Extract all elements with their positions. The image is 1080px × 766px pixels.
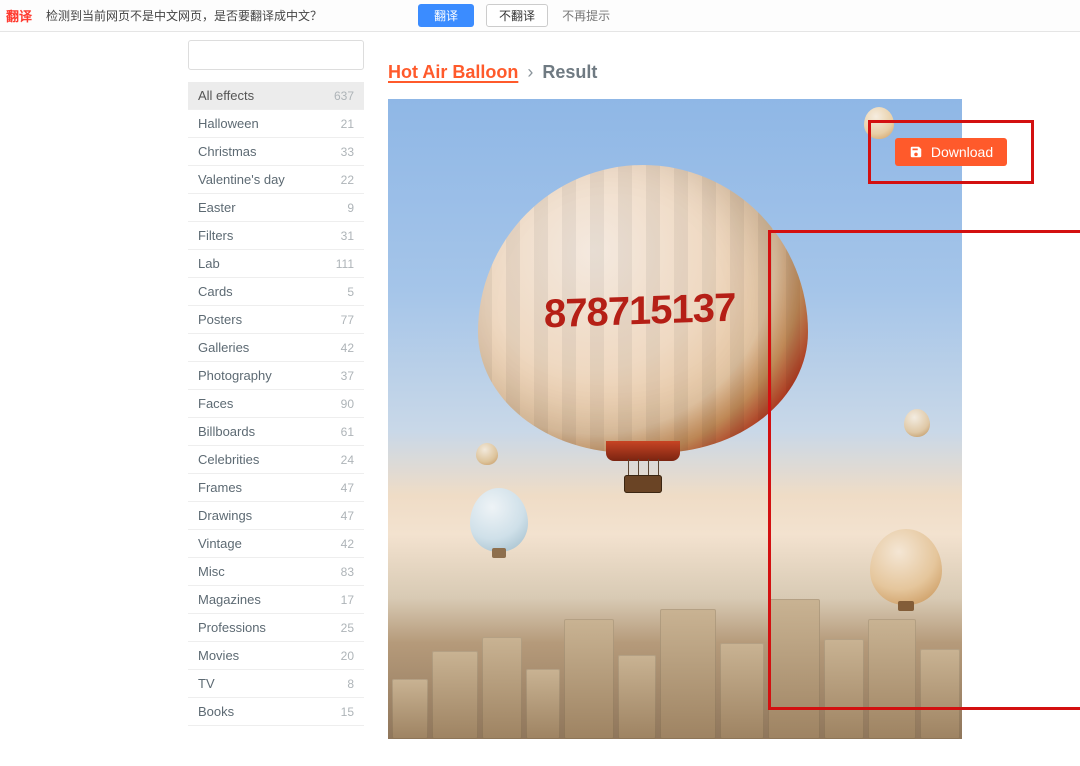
sidebar-item-label: Halloween [198, 116, 259, 131]
sidebar-item-count: 33 [341, 145, 354, 159]
sidebar-item-label: Lab [198, 256, 220, 271]
sidebar-item-count: 9 [347, 201, 354, 215]
breadcrumb-current: Result [542, 62, 597, 82]
main-balloon-icon: 878715137 [478, 165, 808, 535]
sidebar-item-billboards[interactable]: Billboards 61 [188, 418, 364, 446]
sidebar-item-filters[interactable]: Filters 31 [188, 222, 364, 250]
sidebar-item-count: 111 [336, 257, 354, 271]
sidebar-item-label: TV [198, 676, 215, 691]
sidebar-item-label: Drawings [198, 508, 252, 523]
sidebar-item-count: 15 [341, 705, 354, 719]
sidebar-item-label: Professions [198, 620, 266, 635]
sidebar-item-label: Faces [198, 396, 233, 411]
translation-message: 检测到当前网页不是中文网页，是否要翻译成中文？ [46, 7, 322, 24]
sidebar-item-label: Frames [198, 480, 242, 495]
translator-brand: 翻译 [6, 6, 32, 25]
translation-bar: 翻译 检测到当前网页不是中文网页，是否要翻译成中文？ 翻译 不翻译 不再提示 [0, 0, 1080, 32]
sidebar-item-count: 637 [334, 89, 354, 103]
small-balloon-icon [904, 409, 930, 437]
sidebar-item-count: 5 [347, 285, 354, 299]
sidebar-item-label: Magazines [198, 592, 261, 607]
sidebar-item-photography[interactable]: Photography 37 [188, 362, 364, 390]
sidebar-item-magazines[interactable]: Magazines 17 [188, 586, 364, 614]
balloon-number: 878715137 [544, 286, 735, 338]
sidebar-item-label: Photography [198, 368, 272, 383]
sidebar-item-label: Easter [198, 200, 236, 215]
sidebar-item-count: 21 [341, 117, 354, 131]
sidebar-item-count: 8 [347, 677, 354, 691]
sidebar-item-label: Filters [198, 228, 233, 243]
sidebar-item-faces[interactable]: Faces 90 [188, 390, 364, 418]
sidebar-item-label: Christmas [198, 144, 257, 159]
sidebar-item-label: Vintage [198, 536, 242, 551]
sidebar-item-count: 77 [341, 313, 354, 327]
sidebar: All effects 637 Halloween 21 Christmas 33 Vale… [188, 40, 364, 766]
sidebar-item-tv[interactable]: TV 8 [188, 670, 364, 698]
sidebar-item-count: 42 [341, 341, 354, 355]
translate-button[interactable]: 翻译 [418, 4, 474, 27]
sidebar-item-count: 24 [341, 453, 354, 467]
breadcrumb: Hot Air Balloon › Result [388, 62, 1080, 83]
sidebar-item-count: 37 [341, 369, 354, 383]
sidebar-item-frames[interactable]: Frames 47 [188, 474, 364, 502]
sidebar-item-label: Cards [198, 284, 233, 299]
town-silhouette [388, 569, 962, 739]
sidebar-item-cards[interactable]: Cards 5 [188, 278, 364, 306]
sidebar-item-label: Posters [198, 312, 242, 327]
sidebar-item-count: 61 [341, 425, 354, 439]
search-input[interactable] [188, 40, 364, 70]
download-button[interactable]: Download [895, 138, 1007, 166]
sidebar-item-all-effects[interactable]: All effects 637 [188, 82, 364, 110]
sidebar-item-halloween[interactable]: Halloween 21 [188, 110, 364, 138]
sidebar-item-count: 22 [341, 173, 354, 187]
disk-icon [909, 145, 923, 159]
sidebar-item-lab[interactable]: Lab 111 [188, 250, 364, 278]
sidebar-item-count: 31 [341, 229, 354, 243]
sidebar-item-christmas[interactable]: Christmas 33 [188, 138, 364, 166]
sidebar-item-professions[interactable]: Professions 25 [188, 614, 364, 642]
breadcrumb-separator: › [527, 62, 533, 82]
no-prompt-link[interactable]: 不再提示 [562, 7, 610, 24]
sidebar-item-drawings[interactable]: Drawings 47 [188, 502, 364, 530]
sidebar-item-galleries[interactable]: Galleries 42 [188, 334, 364, 362]
result-image: 878715137 [388, 99, 962, 739]
small-balloon-icon [470, 488, 528, 552]
sidebar-item-count: 42 [341, 537, 354, 551]
sidebar-item-count: 25 [341, 621, 354, 635]
sidebar-item-count: 90 [341, 397, 354, 411]
sidebar-item-books[interactable]: Books 15 [188, 698, 364, 726]
sidebar-item-posters[interactable]: Posters 77 [188, 306, 364, 334]
sidebar-item-misc[interactable]: Misc 83 [188, 558, 364, 586]
sidebar-item-label: Valentine's day [198, 172, 285, 187]
sidebar-item-count: 47 [341, 481, 354, 495]
sidebar-item-label: Billboards [198, 424, 255, 439]
sidebar-item-label: Misc [198, 564, 225, 579]
no-translate-button[interactable]: 不翻译 [486, 4, 548, 27]
sidebar-item-valentine-s-day[interactable]: Valentine's day 22 [188, 166, 364, 194]
sidebar-item-count: 17 [341, 593, 354, 607]
sidebar-item-count: 47 [341, 509, 354, 523]
sidebar-item-vintage[interactable]: Vintage 42 [188, 530, 364, 558]
sidebar-item-celebrities[interactable]: Celebrities 24 [188, 446, 364, 474]
sidebar-item-count: 20 [341, 649, 354, 663]
sidebar-item-count: 83 [341, 565, 354, 579]
sidebar-item-label: Movies [198, 648, 239, 663]
main-content: Hot Air Balloon › Result 878715137 [364, 32, 1080, 766]
sidebar-item-label: Books [198, 704, 234, 719]
sidebar-item-label: All effects [198, 88, 254, 103]
download-highlight-box: Download [868, 120, 1034, 184]
download-label: Download [931, 144, 993, 160]
breadcrumb-title-link[interactable]: Hot Air Balloon [388, 62, 518, 82]
sidebar-item-easter[interactable]: Easter 9 [188, 194, 364, 222]
sidebar-item-movies[interactable]: Movies 20 [188, 642, 364, 670]
sidebar-item-label: Celebrities [198, 452, 259, 467]
sidebar-item-label: Galleries [198, 340, 249, 355]
